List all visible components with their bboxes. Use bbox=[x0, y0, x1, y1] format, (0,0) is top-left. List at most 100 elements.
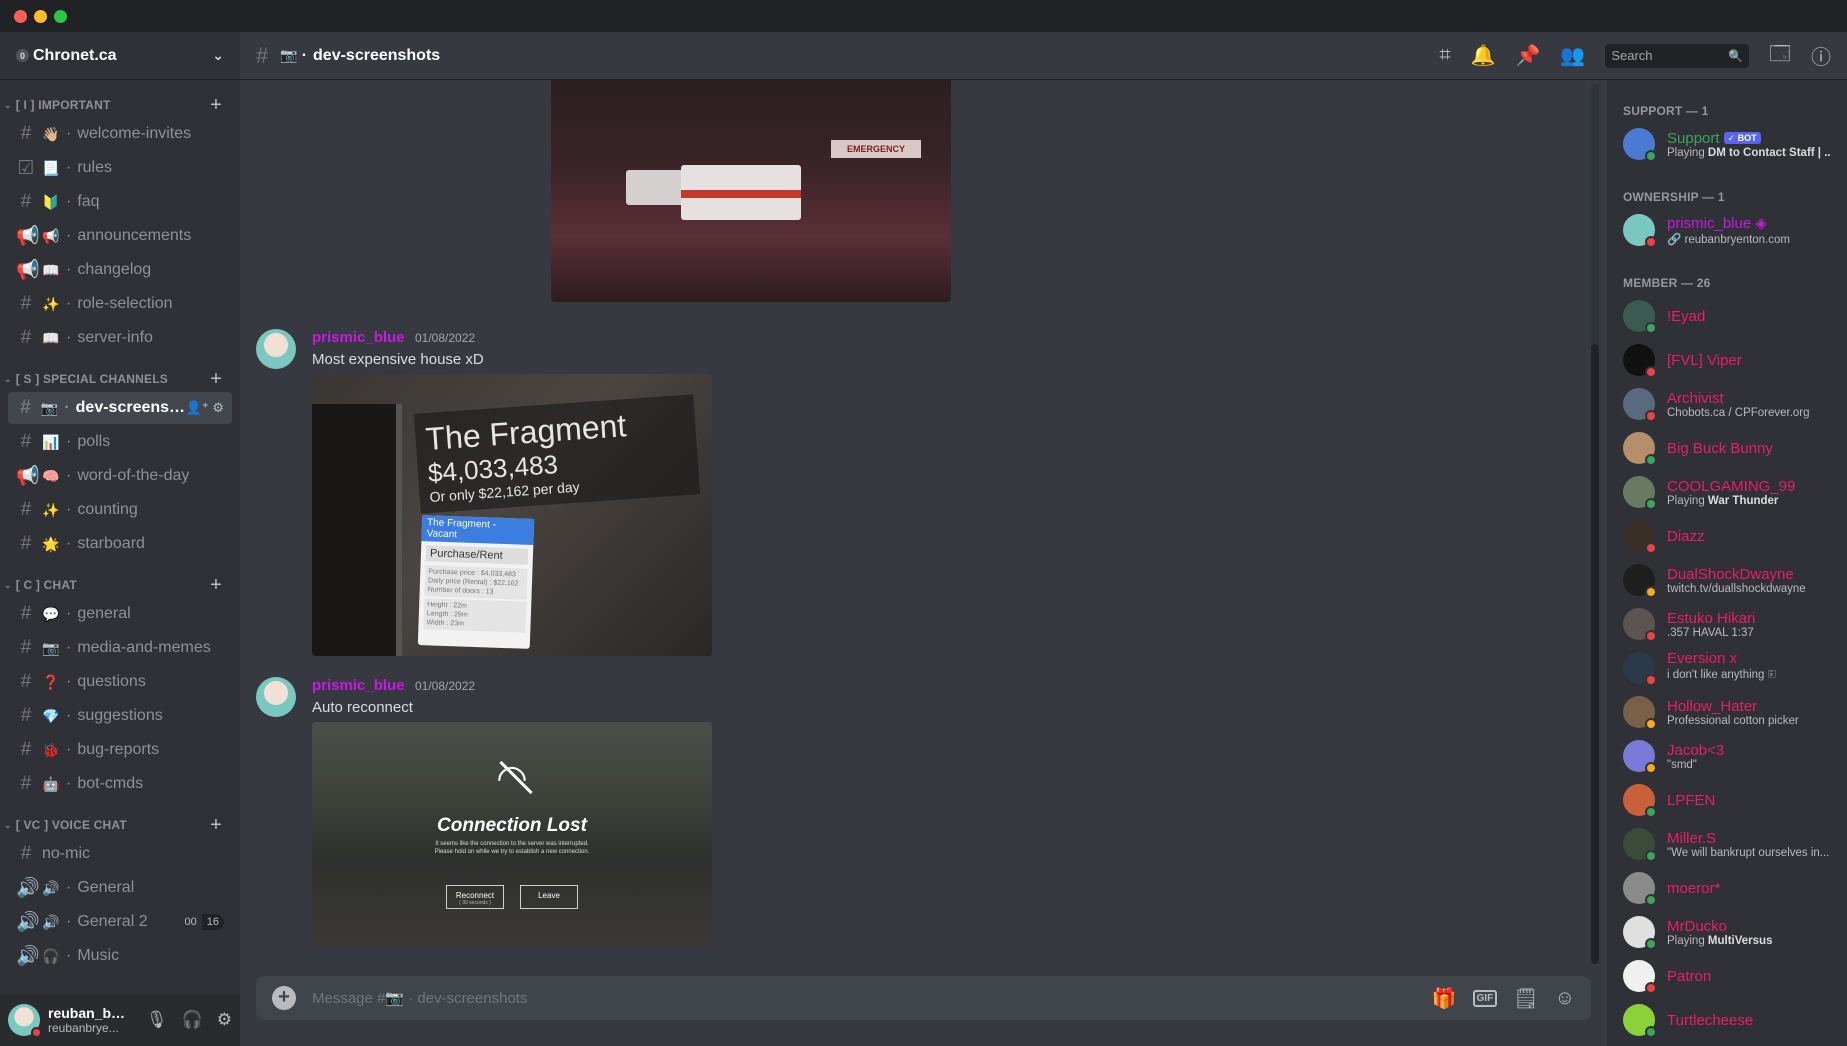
channel-type-icon: # bbox=[20, 293, 32, 314]
sidebar-item-channel[interactable]: # ❓ · questions bbox=[8, 666, 232, 698]
add-channel-icon[interactable]: + bbox=[210, 814, 222, 837]
sidebar-item-channel[interactable]: # 🐞 · bug-reports bbox=[8, 734, 232, 766]
avatar bbox=[1623, 128, 1657, 162]
guild-header[interactable]: 0 Chronet.ca ⌄ bbox=[0, 32, 240, 80]
gear-icon[interactable]: ⚙ bbox=[217, 1010, 232, 1030]
member-name: Archivist bbox=[1667, 389, 1724, 407]
member-item[interactable]: Turtlecheese bbox=[1615, 998, 1839, 1042]
avatar[interactable] bbox=[256, 329, 296, 369]
avatar bbox=[1623, 828, 1657, 862]
sidebar-item-channel[interactable]: # 📷 · dev-screensh... 👤⁺ ⚙ bbox=[8, 392, 232, 424]
channel-name: questions bbox=[77, 673, 146, 690]
member-item[interactable]: Eversion x i don't like anything 🗉 bbox=[1615, 646, 1839, 690]
gif-button[interactable]: GIF bbox=[1472, 989, 1498, 1007]
sidebar-item-channel[interactable]: 🔊 🔊 · General 2 00 16 bbox=[8, 906, 232, 938]
sidebar-item-channel[interactable]: ☑ 📃 · rules bbox=[8, 152, 232, 184]
connection-screenshot[interactable]: ◠ Connection Lost It seems like the conn… bbox=[312, 722, 712, 947]
member-item[interactable]: MrDucko Playing MultiVersus bbox=[1615, 910, 1839, 954]
sidebar-item-channel[interactable]: # ✨ · counting bbox=[8, 494, 232, 526]
avatar[interactable] bbox=[8, 1004, 42, 1038]
sidebar-item-channel[interactable]: # 👋🏼 · welcome-invites bbox=[8, 118, 232, 150]
member-name: Miller.S bbox=[1667, 829, 1717, 847]
sidebar-item-channel[interactable]: 📢 🧠 · word-of-the-day bbox=[8, 460, 232, 492]
member-item[interactable]: DualShockDwayne twitch.tv/duallshockdwayn… bbox=[1615, 558, 1839, 602]
scrollbar[interactable] bbox=[1591, 84, 1599, 964]
member-activity: "We will bankrupt ourselves in... bbox=[1667, 846, 1830, 859]
channel-category[interactable]: ⌄[ I ] IMPORTANT + bbox=[0, 94, 240, 116]
microphone-icon[interactable]: 🎙 bbox=[146, 1010, 168, 1030]
member-item[interactable]: Hollow_Hater Professional cotton picker bbox=[1615, 690, 1839, 734]
sidebar-item-channel[interactable]: # 🔰 · faq bbox=[8, 186, 232, 218]
channel-type-icon: # bbox=[20, 327, 32, 348]
sidebar-item-channel[interactable]: # 📷 · media-and-memes bbox=[8, 632, 232, 664]
gift-icon[interactable]: 🎁 bbox=[1432, 986, 1457, 1011]
threads-icon[interactable]: ⌗ bbox=[1439, 44, 1450, 67]
channel-emoji-icon: ✨ bbox=[42, 501, 60, 518]
no-wifi-icon: ◠ bbox=[490, 760, 534, 796]
chevron-down-icon[interactable]: ⌄ bbox=[212, 47, 224, 64]
channel-category[interactable]: ⌄[ S ] SPECIAL CHANNELS + bbox=[0, 368, 240, 390]
member-item[interactable]: Jacob<3 "smd" bbox=[1615, 734, 1839, 778]
message-input[interactable]: Message #📷 · dev-screenshots bbox=[312, 989, 527, 1007]
house-screenshot[interactable]: The Fragment $4,033,483 Or only $22,162 … bbox=[312, 374, 712, 656]
headphones-icon[interactable]: 🎧 bbox=[182, 1010, 203, 1030]
minimize-window-button[interactable] bbox=[34, 10, 47, 23]
member-item[interactable]: [FVL] Viper bbox=[1615, 338, 1839, 382]
close-window-button[interactable] bbox=[14, 10, 27, 23]
add-channel-icon[interactable]: + bbox=[210, 94, 222, 117]
status-idle-icon bbox=[1645, 718, 1657, 730]
member-item[interactable]: COOLGAMING_99 Playing War Thunder bbox=[1615, 470, 1839, 514]
sidebar-item-channel[interactable]: # 🌟 · starboard bbox=[8, 528, 232, 560]
member-list-icon[interactable]: 👥 bbox=[1560, 43, 1585, 68]
avatar[interactable] bbox=[256, 677, 296, 717]
sidebar-item-channel[interactable]: 🔊 🔊 · General bbox=[8, 872, 232, 904]
search-input[interactable]: Search 🔍 bbox=[1605, 43, 1750, 68]
member-item[interactable]: Big Buck Bunny bbox=[1615, 426, 1839, 470]
status-dnd-icon bbox=[1645, 236, 1657, 248]
member-item[interactable]: Estuko Hikari .357 HAVAL 1:37 bbox=[1615, 602, 1839, 646]
ambulance-screenshot[interactable]: EMERGENCY bbox=[551, 80, 951, 302]
sidebar-item-channel[interactable]: # 💎 · suggestions bbox=[8, 700, 232, 732]
bell-icon[interactable]: 🔔 bbox=[1471, 43, 1496, 68]
sidebar-item-channel[interactable]: # 💬 · general bbox=[8, 598, 232, 630]
add-attachment-icon[interactable]: + bbox=[272, 986, 296, 1010]
member-item[interactable]: !Eyad bbox=[1615, 294, 1839, 338]
channel-name: changelog bbox=[77, 261, 152, 278]
member-item[interactable]: Support ✓ BOT Playing DM to Contact Staff … bbox=[1615, 122, 1839, 166]
channel-category[interactable]: ⌄[ C ] CHAT + bbox=[0, 574, 240, 596]
member-item[interactable]: Archivist Chobots.ca / CPForever.org bbox=[1615, 382, 1839, 426]
member-item[interactable]: moeror* bbox=[1615, 866, 1839, 910]
sticker-icon[interactable]: 🗒 bbox=[1513, 986, 1538, 1011]
member-item[interactable]: prismic_blue ◈ 🔗 reubanbryenton.com bbox=[1615, 208, 1839, 252]
sidebar-item-channel[interactable]: # ✨ · role-selection bbox=[8, 288, 232, 320]
help-icon[interactable]: ⓘ bbox=[1811, 41, 1831, 70]
message-author[interactable]: prismic_blue bbox=[312, 329, 405, 346]
sidebar-item-channel[interactable]: # 📖 · server-info bbox=[8, 322, 232, 354]
member-item[interactable]: Diazz bbox=[1615, 514, 1839, 558]
sidebar-item-channel[interactable]: 🔊 🎧 · Music bbox=[8, 940, 232, 972]
add-channel-icon[interactable]: + bbox=[210, 368, 222, 391]
channel-category[interactable]: ⌄[ VC ] VOICE CHAT + bbox=[0, 814, 240, 836]
member-item[interactable]: Miller.S "We will bankrupt ourselves in..… bbox=[1615, 822, 1839, 866]
scrollbar-thumb[interactable] bbox=[1591, 344, 1599, 964]
emoji-icon[interactable]: ☺ bbox=[1555, 987, 1575, 1010]
member-item[interactable]: LPFEN bbox=[1615, 778, 1839, 822]
message-author[interactable]: prismic_blue bbox=[312, 677, 405, 694]
sidebar-item-channel[interactable]: # no-mic bbox=[8, 838, 232, 870]
message-composer[interactable]: + Message #📷 · dev-screenshots 🎁 GIF 🗒 ☺ bbox=[256, 976, 1591, 1020]
invite-icon[interactable]: 👤⁺ ⚙ bbox=[186, 400, 224, 416]
sidebar-item-channel[interactable]: # 🤖 · bot-cmds bbox=[8, 768, 232, 800]
maximize-window-button[interactable] bbox=[54, 10, 67, 23]
member-item[interactable]: Patron bbox=[1615, 954, 1839, 998]
sidebar-item-channel[interactable]: # 📊 · polls bbox=[8, 426, 232, 458]
sidebar-item-channel[interactable]: 📢 📢 · announcements bbox=[8, 220, 232, 252]
member-name: moeror* bbox=[1667, 879, 1721, 897]
channel-name: rules bbox=[77, 159, 113, 176]
inbox-icon[interactable]: 🗔 bbox=[1769, 39, 1791, 73]
pin-icon[interactable]: 📌 bbox=[1516, 43, 1541, 68]
add-channel-icon[interactable]: + bbox=[210, 574, 222, 597]
channel-name: General 2 bbox=[77, 913, 148, 930]
sidebar-item-channel[interactable]: 📢 📖 · changelog bbox=[8, 254, 232, 286]
user-info[interactable]: reuban_bry... reubanbrye... bbox=[48, 1005, 130, 1035]
status-online-icon bbox=[1645, 894, 1657, 906]
